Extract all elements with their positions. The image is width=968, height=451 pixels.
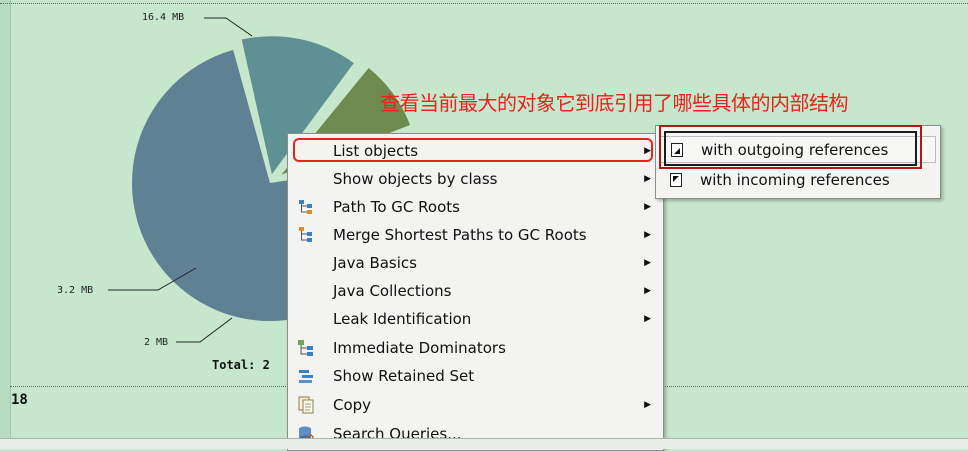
menu-item-immediate-dominators[interactable]: Immediate Dominators (289, 334, 662, 362)
menu-item-label: Copy (333, 396, 372, 414)
dominator-tree-icon (298, 340, 313, 356)
submenu-arrow-icon: ▶ (644, 314, 651, 324)
outgoing-ref-icon (671, 142, 683, 157)
menu-item-java-basics[interactable]: Java Basics ▶ (289, 249, 662, 277)
submenu-arrow-icon: ▶ (644, 146, 651, 156)
submenu-item-outgoing-references[interactable]: with outgoing references (660, 136, 936, 163)
pie-label-16-4mb: 16.4 MB (142, 12, 185, 23)
submenu-arrow-icon: ▶ (644, 202, 651, 212)
submenu-item-label: with incoming references (700, 170, 890, 189)
submenu-arrow-icon: ▶ (644, 230, 651, 240)
menu-item-label: Show Retained Set (333, 367, 475, 385)
menu-item-label: Show objects by class (333, 170, 498, 188)
copy-icon (298, 396, 314, 414)
pie-leader-line (204, 17, 253, 37)
submenu-list-objects: with outgoing references with incoming r… (655, 125, 941, 199)
submenu-item-label: with outgoing references (701, 140, 889, 159)
menu-item-java-collections[interactable]: Java Collections ▶ (289, 277, 662, 305)
menu-item-label: Immediate Dominators (333, 339, 506, 357)
menu-item-label: List objects (333, 142, 419, 160)
incoming-ref-icon (670, 172, 682, 187)
pie-label-3-2mb: 3.2 MB (57, 285, 94, 296)
bottom-status-strip (0, 438, 968, 449)
menu-item-show-retained-set[interactable]: Show Retained Set (289, 362, 662, 390)
path-tree-icon (299, 200, 312, 214)
retained-set-icon (299, 370, 313, 383)
menu-item-merge-shortest-paths[interactable]: Merge Shortest Paths to GC Roots ▶ (289, 221, 662, 249)
menu-item-label: Path To GC Roots (333, 198, 460, 216)
menu-item-path-to-gc-roots[interactable]: Path To GC Roots ▶ (289, 193, 662, 221)
menu-item-label: Leak Identification (333, 310, 472, 328)
menu-item-show-objects-by-class[interactable]: Show objects by class ▶ (289, 165, 662, 193)
annotation-text: 查看当前最大的对象它到底引用了哪些具体的内部结构 (380, 91, 849, 115)
submenu-arrow-icon: ▶ (644, 286, 651, 296)
pie-leader-line (176, 317, 233, 343)
menu-item-label: Java Basics (333, 254, 417, 272)
pie-total-label: Total: 2 (212, 358, 270, 372)
submenu-arrow-icon: ▶ (644, 174, 651, 184)
merge-paths-icon (299, 227, 312, 242)
menu-item-leak-identification[interactable]: Leak Identification ▶ (289, 305, 662, 333)
menu-item-label: Java Collections (333, 282, 452, 300)
menu-item-copy[interactable]: Copy ▶ (289, 391, 662, 419)
context-menu: List objects ▶ Show objects by class ▶ P… (287, 133, 664, 451)
menu-item-label: Merge Shortest Paths to GC Roots (333, 226, 587, 244)
submenu-arrow-icon: ▶ (644, 400, 651, 410)
pie-label-2mb: 2 MB (144, 337, 169, 348)
submenu-item-incoming-references[interactable]: with incoming references (660, 166, 936, 193)
menu-item-list-objects[interactable]: List objects ▶ (289, 137, 662, 165)
status-fragment: 18 (11, 392, 28, 408)
submenu-arrow-icon: ▶ (644, 258, 651, 268)
